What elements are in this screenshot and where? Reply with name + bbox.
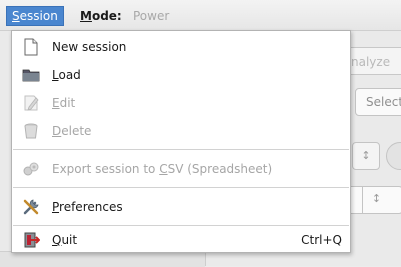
session-menu: New session Load Edit Delete Export sess… xyxy=(11,30,351,253)
menu-item-new-session[interactable]: New session xyxy=(12,33,350,61)
menu-power[interactable]: Power xyxy=(133,6,169,26)
spin-arrows-icon: ↕ xyxy=(361,149,371,162)
menu-separator xyxy=(13,187,349,188)
spin-arrows-icon: ↕ xyxy=(371,192,382,205)
preferences-icon xyxy=(23,199,39,215)
menu-item-edit[interactable]: Edit xyxy=(12,89,350,117)
menu-item-load[interactable]: Load xyxy=(12,61,350,89)
menu-mode[interactable]: Mode: xyxy=(80,6,122,26)
menu-item-preferences[interactable]: Preferences xyxy=(12,193,350,221)
select-dropdown[interactable]: Select xyxy=(355,88,401,116)
menu-item-quit[interactable]: Quit Ctrl+Q xyxy=(12,226,350,254)
spin-button[interactable]: ↕ xyxy=(362,186,390,214)
edit-icon xyxy=(24,95,39,111)
new-document-icon xyxy=(24,38,38,56)
shortcut-label: Ctrl+Q xyxy=(301,233,342,247)
quit-icon xyxy=(24,232,40,248)
menubar: Session Mode: Power xyxy=(0,0,401,31)
spin-button[interactable]: ↕ xyxy=(352,142,380,170)
trash-icon xyxy=(24,123,38,139)
menu-item-export-csv[interactable]: Export session to CSV (Spreadsheet) xyxy=(12,155,350,183)
menu-item-delete[interactable]: Delete xyxy=(12,117,350,145)
menu-session[interactable]: Session xyxy=(6,6,64,26)
folder-icon xyxy=(22,69,40,82)
menu-separator xyxy=(13,149,349,150)
export-icon xyxy=(23,162,39,176)
